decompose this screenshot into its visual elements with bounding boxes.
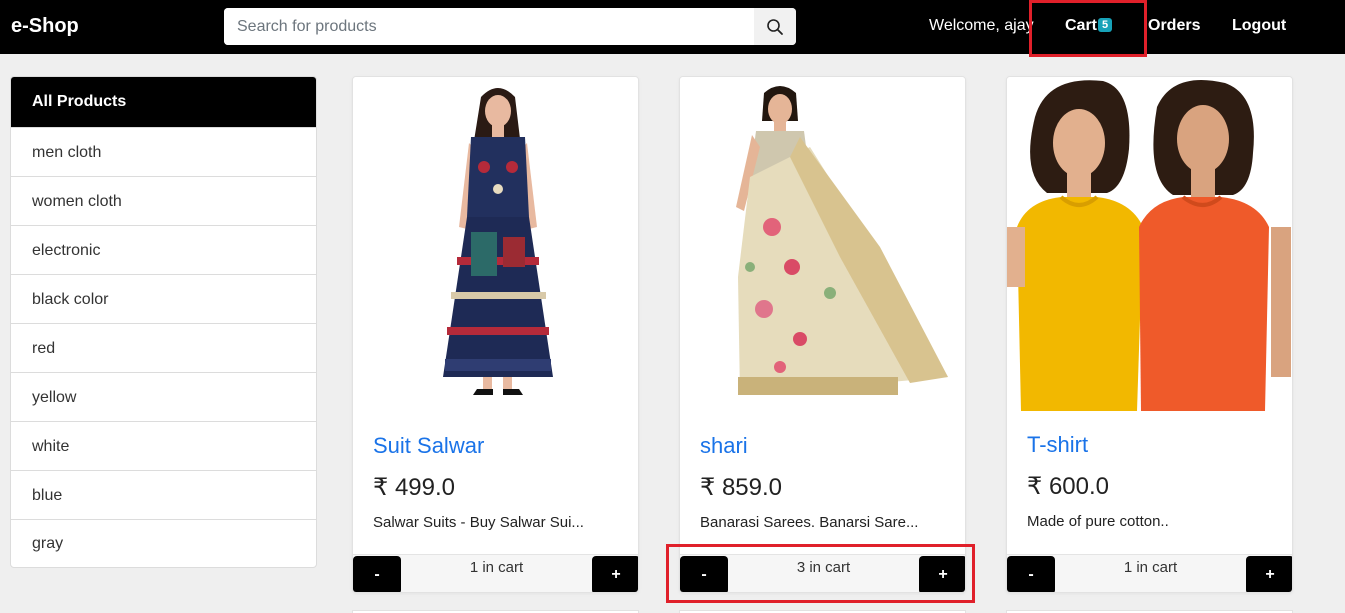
welcome-text: Welcome, ajay <box>929 17 1034 34</box>
product-description: Made of pure cotton.. <box>1027 513 1169 530</box>
product-title[interactable]: shari <box>700 433 748 459</box>
product-card: T-shirt ₹ 600.0 Made of pure cotton.. - … <box>1006 76 1293 593</box>
sidebar-item-white[interactable]: white <box>11 421 316 470</box>
increase-quantity-button[interactable]: + <box>1246 556 1292 592</box>
saree-image <box>680 77 965 417</box>
decrease-quantity-button[interactable]: - <box>353 556 401 592</box>
product-description: Salwar Suits - Buy Salwar Sui... <box>373 514 584 531</box>
in-cart-count: 3 in cart <box>796 559 851 576</box>
search-button[interactable] <box>754 8 796 45</box>
sidebar-item-black-color[interactable]: black color <box>11 274 316 323</box>
in-cart-count: 1 in cart <box>469 559 524 576</box>
increase-quantity-button[interactable]: + <box>592 556 638 592</box>
sidebar-item-all-products[interactable]: All Products <box>11 77 316 127</box>
product-title[interactable]: Suit Salwar <box>373 433 484 459</box>
product-description: Banarasi Sarees. Banarsi Sare... <box>700 514 919 531</box>
search-bar <box>224 8 796 45</box>
cart-quantity-control: - 1 in cart + <box>353 554 638 592</box>
cart-count-badge: 5 <box>1098 18 1113 32</box>
increase-quantity-button[interactable]: + <box>919 556 965 592</box>
cart-quantity-control: - 1 in cart + <box>1007 554 1292 592</box>
sidebar-item-yellow[interactable]: yellow <box>11 372 316 421</box>
product-price: ₹ 499.0 <box>373 474 455 501</box>
sidebar-item-electronic[interactable]: electronic <box>11 225 316 274</box>
cart-link[interactable]: Cart 5 <box>1065 17 1113 35</box>
in-cart-count: 1 in cart <box>1123 559 1178 576</box>
sidebar-item-blue[interactable]: blue <box>11 470 316 519</box>
category-sidebar: All Products men cloth women cloth elect… <box>10 76 317 568</box>
cart-quantity-control: - 3 in cart + <box>680 554 965 592</box>
dress-image <box>353 77 638 417</box>
decrease-quantity-button[interactable]: - <box>1007 556 1055 592</box>
sidebar-item-gray[interactable]: gray <box>11 519 316 567</box>
sidebar-item-women-cloth[interactable]: women cloth <box>11 176 316 225</box>
product-image[interactable] <box>353 77 638 417</box>
brand-logo[interactable]: e-Shop <box>11 15 79 38</box>
search-icon <box>767 18 783 35</box>
sidebar-item-men-cloth[interactable]: men cloth <box>11 127 316 176</box>
decrease-quantity-button[interactable]: - <box>680 556 728 592</box>
tshirt-image <box>1007 77 1292 417</box>
product-card: Suit Salwar ₹ 499.0 Salwar Suits - Buy S… <box>352 76 639 593</box>
cart-label: Cart <box>1065 17 1098 34</box>
product-image[interactable] <box>680 77 965 417</box>
logout-link[interactable]: Logout <box>1232 17 1286 35</box>
product-image[interactable] <box>1007 77 1292 417</box>
product-price: ₹ 600.0 <box>1027 473 1109 500</box>
product-price: ₹ 859.0 <box>700 474 782 501</box>
orders-link[interactable]: Orders <box>1148 17 1200 35</box>
search-input[interactable] <box>224 8 754 45</box>
navbar: e-Shop Welcome, ajay Cart5 Orders Logout <box>0 0 1345 54</box>
sidebar-item-red[interactable]: red <box>11 323 316 372</box>
product-card: shari ₹ 859.0 Banarasi Sarees. Banarsi S… <box>679 76 966 593</box>
product-title[interactable]: T-shirt <box>1027 432 1088 458</box>
